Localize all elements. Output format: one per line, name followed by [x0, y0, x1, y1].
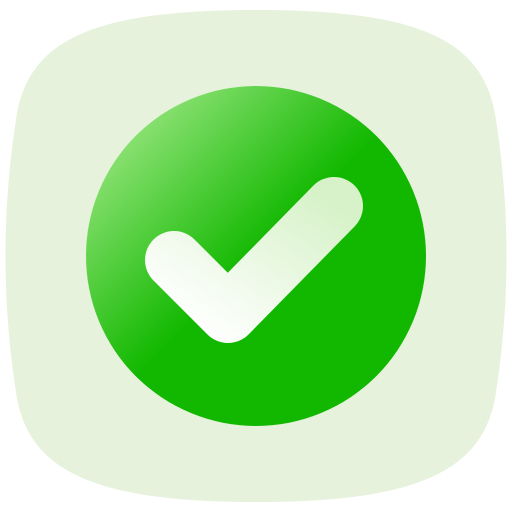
checkmark-icon-graphic [5, 10, 507, 502]
app-icon [0, 0, 512, 512]
